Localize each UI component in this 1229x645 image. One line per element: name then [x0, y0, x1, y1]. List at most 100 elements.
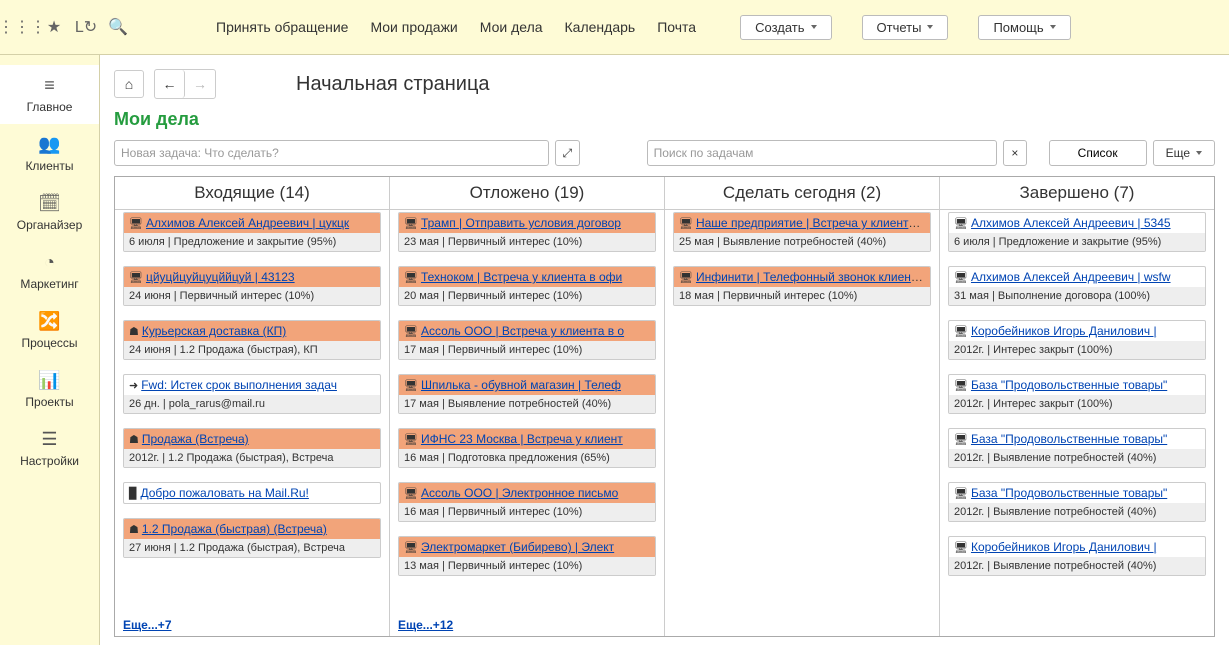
expand-task-button[interactable]: ⤢ — [555, 140, 580, 166]
task-link[interactable]: 1.2 Продажа (быстрая) (Встреча) — [142, 522, 327, 536]
sidebar-item-marketing[interactable]: ◔Маркетинг — [0, 242, 99, 301]
task-link[interactable]: Техноком | Встреча у клиента в офи — [421, 270, 622, 284]
task-card[interactable]: ☗Продажа (Встреча)2012г. | 1.2 Продажа (… — [123, 428, 381, 468]
sidebar-item-organizer[interactable]: 🗓Органайзер — [0, 183, 99, 242]
card-subtitle: 16 мая | Подготовка предложения (65%) — [399, 449, 655, 467]
show-more-link[interactable]: Еще...+12 — [398, 618, 453, 632]
card-title-row: ☗1.2 Продажа (быстрая) (Встреча) — [124, 519, 380, 539]
task-link[interactable]: Ассоль ООО | Электронное письмо — [421, 486, 618, 500]
task-type-icon: 🖥 — [954, 272, 968, 284]
task-card[interactable]: ☗Курьерская доставка (КП)24 июня | 1.2 П… — [123, 320, 381, 360]
clear-search-button[interactable]: × — [1003, 140, 1028, 166]
task-link[interactable]: Трамп | Отправить условия договор — [421, 216, 621, 230]
people-icon: 👥 — [38, 134, 60, 155]
task-card[interactable]: 🖥База "Продовольственные товары"2012г. |… — [948, 482, 1206, 522]
task-link[interactable]: Шпилька - обувной магазин | Телеф — [421, 378, 621, 392]
task-link[interactable]: База "Продовольственные товары" — [971, 432, 1167, 446]
task-card[interactable]: ▉Добро пожаловать на Mail.Ru! — [123, 482, 381, 504]
segment-icon[interactable]: L↻ — [72, 13, 100, 41]
forward-button: → — [185, 70, 215, 98]
home-button[interactable]: ⌂ — [114, 70, 144, 98]
card-title-row: 🖥Техноком | Встреча у клиента в офи — [399, 267, 655, 287]
menu-mail[interactable]: Почта — [657, 19, 696, 35]
card-subtitle: 2012г. | 1.2 Продажа (быстрая), Встреча — [124, 449, 380, 467]
reports-button[interactable]: Отчеты — [862, 15, 949, 40]
menu-sales[interactable]: Мои продажи — [370, 19, 457, 35]
task-card[interactable]: 🖥Техноком | Встреча у клиента в офи20 ма… — [398, 266, 656, 306]
task-link[interactable]: Электромаркет (Бибирево) | Элект — [421, 540, 614, 554]
star-icon[interactable]: ★ — [40, 13, 68, 41]
menu-calendar[interactable]: Календарь — [565, 19, 636, 35]
task-link[interactable]: Алхимов Алексей Андреевич | 5345 — [971, 216, 1171, 230]
task-card[interactable]: 🖥Ассоль ООО | Электронное письмо16 мая |… — [398, 482, 656, 522]
card-title-row: 🖥База "Продовольственные товары" — [949, 483, 1205, 503]
task-card[interactable]: 🖥ИФНС 23 Москва | Встреча у клиент16 мая… — [398, 428, 656, 468]
apps-icon[interactable]: ⋮⋮⋮ — [8, 13, 36, 41]
sidebar-item-processes[interactable]: 🔀Процессы — [0, 301, 99, 360]
list-view-button[interactable]: Список — [1049, 140, 1147, 166]
task-card[interactable]: ➜Fwd: Истек срок выполнения задач26 дн. … — [123, 374, 381, 414]
task-card[interactable]: 🖥База "Продовольственные товары"2012г. |… — [948, 374, 1206, 414]
task-card[interactable]: ☗1.2 Продажа (быстрая) (Встреча)27 июня … — [123, 518, 381, 558]
task-card[interactable]: 🖥Шпилька - обувной магазин | Телеф17 мая… — [398, 374, 656, 414]
card-subtitle: 6 июля | Предложение и закрытие (95%) — [949, 233, 1205, 251]
page-title: Начальная страница — [296, 73, 490, 96]
back-button[interactable]: ← — [155, 70, 185, 98]
task-type-icon: 🖥 — [954, 218, 968, 230]
task-link[interactable]: Алхимов Алексей Андреевич | цукцк — [146, 216, 349, 230]
task-card[interactable]: 🖥Коробейников Игорь Данилович |2012г. | … — [948, 320, 1206, 360]
create-button[interactable]: Создать — [740, 15, 831, 40]
card-title-row: 🖥Коробейников Игорь Данилович | — [949, 537, 1205, 557]
card-subtitle: 16 мая | Первичный интерес (10%) — [399, 503, 655, 521]
task-card[interactable]: 🖥Ассоль ООО | Встреча у клиента в о17 ма… — [398, 320, 656, 360]
sidebar-item-main[interactable]: ≡Главное — [0, 65, 99, 124]
task-link[interactable]: Наше предприятие | Встреча у клиента в о… — [696, 216, 930, 230]
sidebar-item-label: Проекты — [25, 395, 73, 409]
task-link[interactable]: Fwd: Истек срок выполнения задач — [141, 378, 337, 392]
card-title-row: 🖥Трамп | Отправить условия договор — [399, 213, 655, 233]
card-title-row: 🖥Коробейников Игорь Данилович | — [949, 321, 1205, 341]
show-more-link[interactable]: Еще...+7 — [123, 618, 172, 632]
task-card[interactable]: 🖥Инфинити | Телефонный звонок клиенту-ут… — [673, 266, 931, 306]
task-link[interactable]: Инфинити | Телефонный звонок клиенту-уто… — [696, 270, 930, 284]
search-tasks-input[interactable]: Поиск по задачам — [647, 140, 997, 166]
menu-tasks[interactable]: Мои дела — [480, 19, 543, 35]
task-card[interactable]: 🖥Наше предприятие | Встреча у клиента в … — [673, 212, 931, 252]
new-task-input[interactable]: Новая задача: Что сделать? — [114, 140, 549, 166]
sidebar-item-settings[interactable]: ☰Настройки — [0, 419, 99, 478]
task-link[interactable]: ИФНС 23 Москва | Встреча у клиент — [421, 432, 623, 446]
task-link[interactable]: Алхимов Алексей Андреевич | wsfw — [971, 270, 1171, 284]
card-title-row: 🖥Ассоль ООО | Электронное письмо — [399, 483, 655, 503]
task-card[interactable]: 🖥Алхимов Алексей Андреевич | 5345 6 июля … — [948, 212, 1206, 252]
task-link[interactable]: Ассоль ООО | Встреча у клиента в о — [421, 324, 624, 338]
card-subtitle: 17 мая | Первичный интерес (10%) — [399, 341, 655, 359]
sidebar-item-projects[interactable]: 📊Проекты — [0, 360, 99, 419]
task-card[interactable]: 🖥Алхимов Алексей Андреевич | цукцк6 июля… — [123, 212, 381, 252]
settings-icon: ☰ — [41, 429, 57, 450]
task-link[interactable]: База "Продовольственные товары" — [971, 378, 1167, 392]
search-icon[interactable]: 🔍 — [104, 13, 132, 41]
task-card[interactable]: 🖥Коробейников Игорь Данилович |2012г. | … — [948, 536, 1206, 576]
card-subtitle: 25 мая | Выявление потребностей (40%) — [674, 233, 930, 251]
card-title-row: 🖥База "Продовольственные товары" — [949, 375, 1205, 395]
task-card[interactable]: 🖥Электромаркет (Бибирево) | Элект13 мая … — [398, 536, 656, 576]
task-link[interactable]: База "Продовольственные товары" — [971, 486, 1167, 500]
task-card[interactable]: 🖥Трамп | Отправить условия договор23 мая… — [398, 212, 656, 252]
task-type-icon: ➜ — [129, 380, 138, 392]
task-link[interactable]: Продажа (Встреча) — [142, 432, 249, 446]
more-button[interactable]: Еще — [1153, 140, 1215, 166]
task-card[interactable]: 🖥База "Продовольственные товары"2012г. |… — [948, 428, 1206, 468]
task-link[interactable]: цйуцйцуйцуцййцуй | 43123 — [146, 270, 295, 284]
task-link[interactable]: Коробейников Игорь Данилович | — [971, 324, 1157, 338]
column-header: Завершено (7) — [940, 177, 1214, 210]
task-link[interactable]: Добро пожаловать на Mail.Ru! — [140, 486, 308, 500]
column-body: 🖥Наше предприятие | Встреча у клиента в … — [665, 210, 939, 636]
task-card[interactable]: 🖥цйуцйцуйцуцййцуй | 4312324 июня | Перви… — [123, 266, 381, 306]
task-link[interactable]: Курьерская доставка (КП) — [142, 324, 286, 338]
card-title-row: 🖥База "Продовольственные товары" — [949, 429, 1205, 449]
task-link[interactable]: Коробейников Игорь Данилович | — [971, 540, 1157, 554]
task-card[interactable]: 🖥Алхимов Алексей Андреевич | wsfw31 мая … — [948, 266, 1206, 306]
sidebar-item-clients[interactable]: 👥Клиенты — [0, 124, 99, 183]
help-button[interactable]: Помощь — [978, 15, 1070, 40]
menu-inbox[interactable]: Принять обращение — [216, 19, 348, 35]
